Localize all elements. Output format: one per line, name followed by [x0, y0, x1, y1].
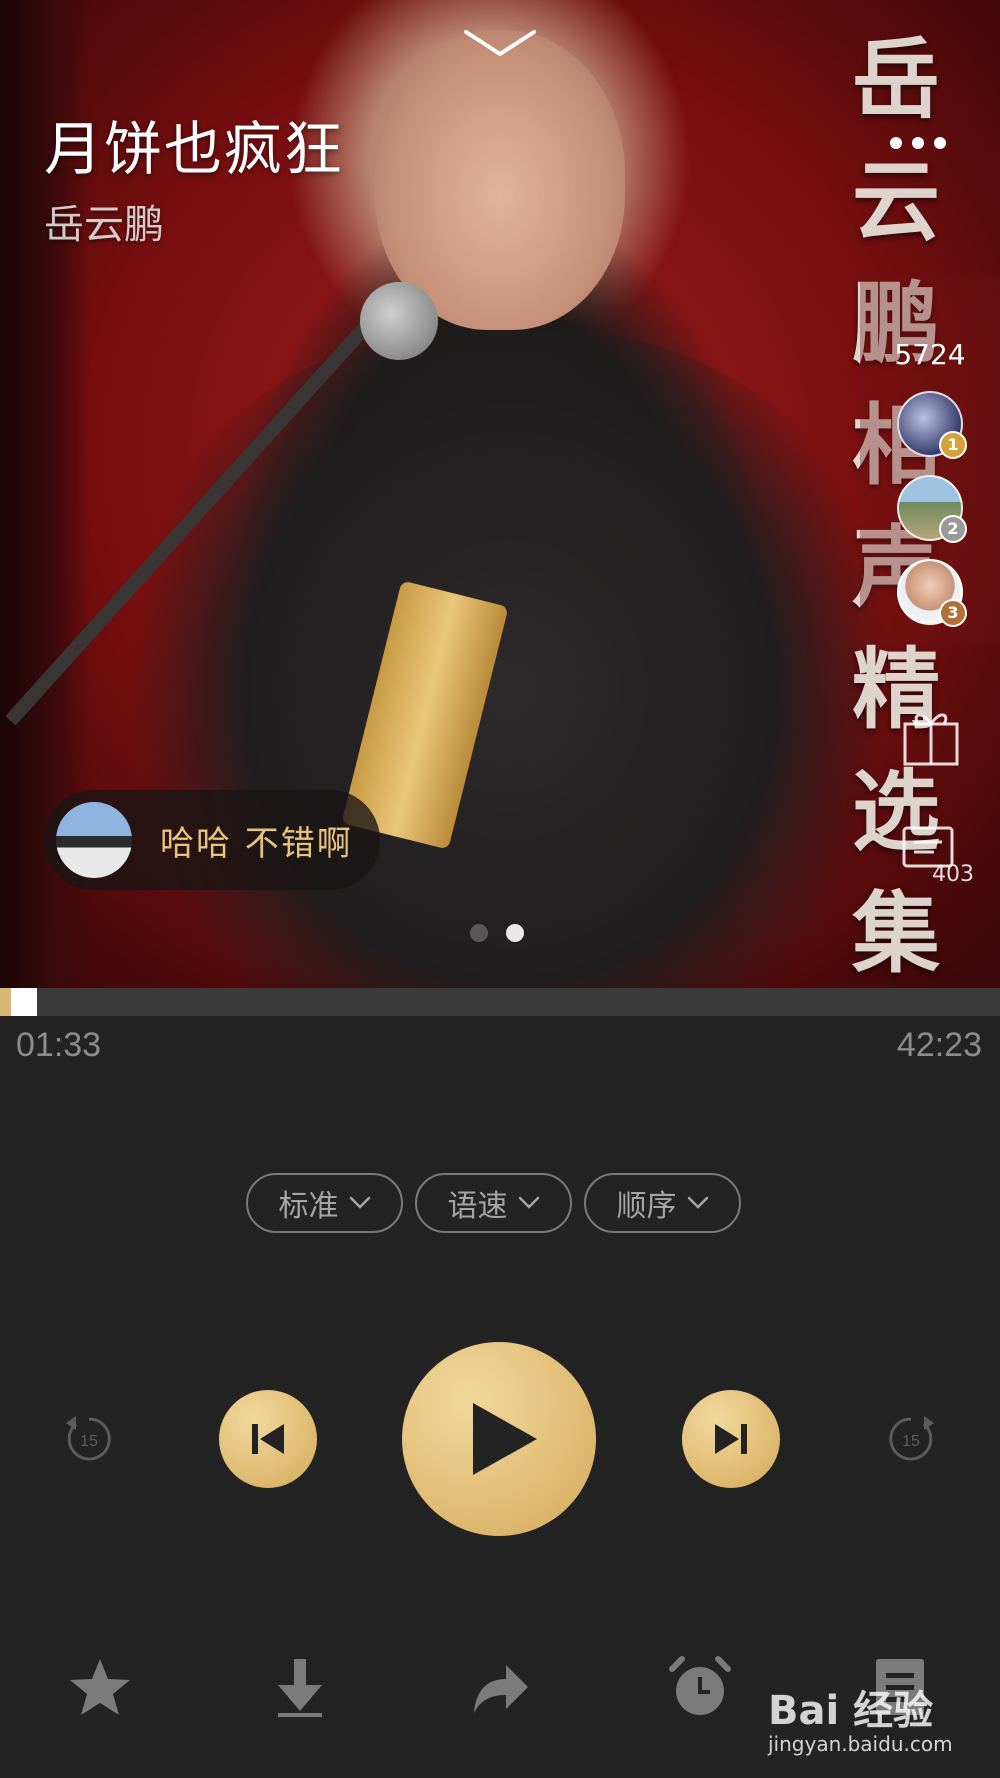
download-icon[interactable]	[268, 1655, 332, 1719]
gift-icon[interactable]	[900, 706, 962, 768]
rank-avatar-3[interactable]: 3	[897, 559, 967, 627]
danmaku-bubble[interactable]: 哈哈 不错啊	[44, 790, 380, 890]
watermark: Bai 经验 jingyan.baidu.com	[768, 1678, 988, 1768]
rank-badge: 3	[939, 599, 967, 627]
rank-avatar-2[interactable]: 2	[897, 475, 967, 543]
comment-count: 403	[932, 862, 974, 887]
speed-select[interactable]: 语速	[415, 1173, 572, 1233]
playback-options: 标准 语速 顺序	[246, 1173, 741, 1233]
chevron-down-icon	[518, 1196, 539, 1209]
rank-avatar-1[interactable]: 1	[897, 391, 967, 459]
album-title-char: 集	[851, 881, 940, 985]
listener-count: 5724	[894, 338, 966, 371]
play-button[interactable]	[402, 1342, 596, 1536]
track-title: 月饼也疯狂	[44, 115, 345, 183]
progress-bar[interactable]	[0, 988, 1000, 1016]
skip-next-icon	[715, 1424, 747, 1454]
page-dot-2[interactable]	[506, 924, 524, 942]
skip-previous-icon	[252, 1424, 284, 1454]
order-select[interactable]: 顺序	[584, 1173, 741, 1233]
avatar	[56, 802, 132, 878]
forward-15-icon[interactable]: 15	[884, 1412, 938, 1466]
total-time: 42:23	[896, 1026, 982, 1064]
rank-badge: 2	[939, 515, 967, 543]
play-icon	[473, 1403, 537, 1475]
page-indicator	[470, 924, 524, 942]
star-icon[interactable]	[68, 1655, 132, 1719]
chevron-down-icon	[687, 1196, 708, 1209]
elapsed-time: 01:33	[16, 1026, 102, 1064]
album-title-char: 云	[851, 149, 940, 253]
previous-button[interactable]	[219, 1390, 317, 1488]
quality-select[interactable]: 标准	[246, 1173, 403, 1233]
next-button[interactable]	[682, 1390, 780, 1488]
danmaku-text: 哈哈 不错啊	[160, 823, 353, 864]
chevron-down-icon[interactable]	[462, 28, 538, 58]
share-icon[interactable]	[468, 1655, 532, 1719]
watermark-logo: Bai 经验	[768, 1688, 934, 1734]
chevron-down-icon	[349, 1196, 370, 1209]
rewind-15-icon[interactable]: 15	[62, 1412, 116, 1466]
album-title-char: 岳	[851, 27, 940, 131]
page-dot-1[interactable]	[470, 924, 488, 942]
speed-select-label: 语速	[447, 1189, 508, 1224]
progress-handle[interactable]	[11, 988, 37, 1016]
forward-seconds: 15	[902, 1433, 920, 1450]
rewind-seconds: 15	[80, 1433, 98, 1450]
alarm-icon[interactable]	[668, 1655, 732, 1719]
rank-badge: 1	[939, 431, 967, 459]
watermark-url: jingyan.baidu.com	[768, 1732, 953, 1756]
more-icon[interactable]	[888, 136, 948, 150]
quality-select-label: 标准	[278, 1189, 339, 1224]
microphone	[360, 282, 438, 360]
order-select-label: 顺序	[616, 1189, 677, 1224]
track-artist[interactable]: 岳云鹏	[44, 192, 164, 250]
